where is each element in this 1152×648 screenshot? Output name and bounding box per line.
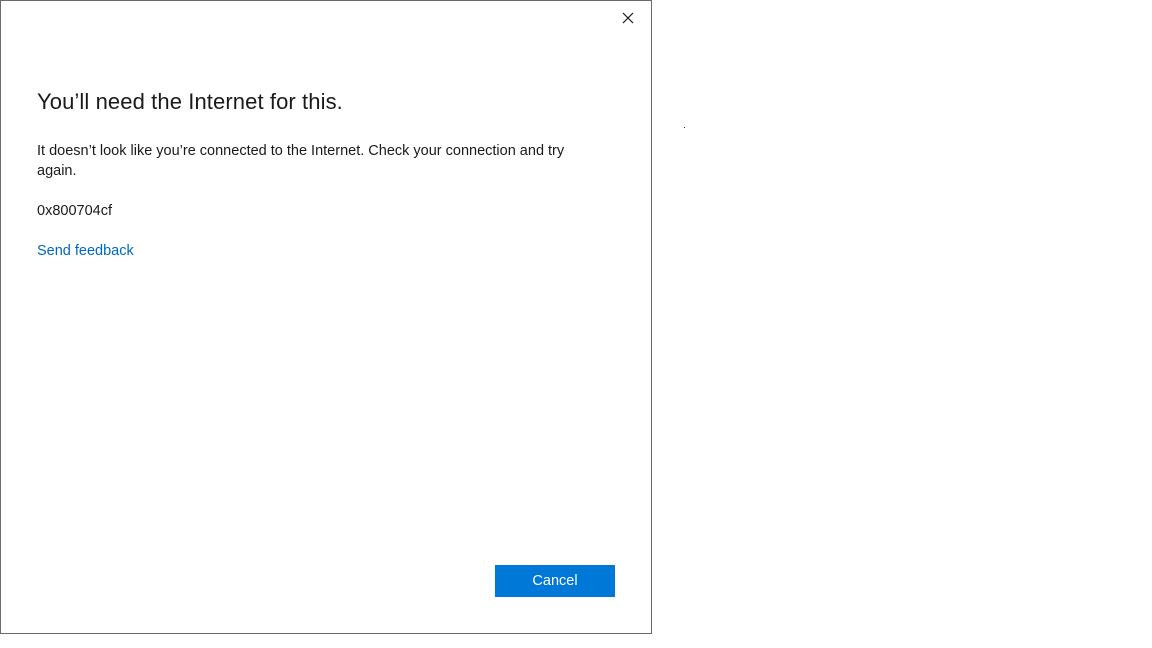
no-internet-dialog: You’ll need the Internet for this. It do… bbox=[0, 0, 652, 634]
cursor-dot bbox=[684, 127, 685, 128]
close-icon bbox=[622, 12, 634, 24]
cancel-button[interactable]: Cancel bbox=[495, 565, 615, 597]
desktop-background: You’ll need the Internet for this. It do… bbox=[0, 0, 1152, 648]
close-button[interactable] bbox=[609, 3, 647, 33]
send-feedback-link[interactable]: Send feedback bbox=[37, 241, 134, 261]
error-code: 0x800704cf bbox=[37, 203, 112, 219]
error-message: It doesn’t look like you’re connected to… bbox=[37, 143, 565, 179]
dialog-title: You’ll need the Internet for this. bbox=[37, 89, 343, 114]
